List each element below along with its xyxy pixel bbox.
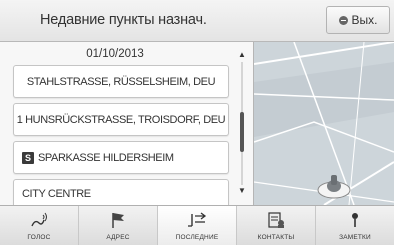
vehicle-position-icon — [317, 175, 351, 199]
scrollbar[interactable]: ▲ ▼ — [236, 42, 248, 205]
voice-icon — [31, 212, 47, 227]
tab-label: ПОСЛЕДНИЕ — [175, 234, 219, 241]
tab-label: КОНТАКТЫ — [257, 234, 295, 241]
tab-address[interactable]: АДРЕС — [79, 206, 158, 245]
tab-label: ГОЛОС — [27, 234, 51, 241]
recent-destinations-list: 01/10/2013 STAHLSTRASSE, RÜSSELSHEIM, DE… — [0, 42, 254, 209]
navigation-screen: Недавние пункты назнач. Вых. 01/10/2013 … — [0, 0, 394, 245]
bottom-tab-bar: ГОЛОС АДРЕС ПОСЛЕДНИЕ КОНТАКТЫ ЗАМЕТКИ — [0, 205, 394, 245]
tab-label: ЗАМЕТКИ — [339, 234, 371, 241]
list-item[interactable]: S SPARKASSE HILDERSHEIM — [13, 141, 229, 174]
tab-voice[interactable]: ГОЛОС — [0, 206, 79, 245]
exit-button[interactable]: Вых. — [326, 6, 390, 34]
tab-notes[interactable]: ЗАМЕТКИ — [316, 206, 394, 245]
list-item-label: 1 HUNSRÜCKSTRASSE, TROISDORF, DEU — [16, 113, 226, 126]
list-item[interactable]: 1 HUNSRÜCKSTRASSE, TROISDORF, DEU — [13, 103, 229, 136]
list-item-label: SPARKASSE HILDERSHEIM — [38, 151, 174, 164]
exit-label: Вых. — [351, 13, 378, 27]
list-item[interactable]: STAHLSTRASSE, RÜSSELSHEIM, DEU — [13, 65, 229, 98]
scroll-up-icon[interactable]: ▲ — [236, 49, 248, 61]
map-view[interactable] — [254, 42, 394, 205]
tab-contacts[interactable]: КОНТАКТЫ — [237, 206, 316, 245]
page-title: Недавние пункты назнач. — [40, 12, 207, 28]
tab-label: АДРЕС — [106, 234, 130, 241]
contacts-icon — [268, 212, 284, 228]
flag-icon — [112, 213, 124, 228]
header-bar: Недавние пункты назнач. Вых. — [0, 0, 394, 42]
pin-icon — [352, 213, 358, 227]
list-item-label: STAHLSTRASSE, RÜSSELSHEIM, DEU — [26, 75, 216, 88]
recent-icon — [188, 212, 207, 227]
tab-recent[interactable]: ПОСЛЕДНИЕ — [158, 206, 237, 245]
poi-category-icon: S — [22, 151, 34, 164]
group-date-header: 01/10/2013 — [86, 48, 144, 60]
scroll-down-icon[interactable]: ▼ — [236, 185, 248, 197]
exit-icon — [338, 15, 348, 25]
list-item-label: CITY CENTRE — [22, 188, 91, 200]
scroll-thumb[interactable] — [240, 112, 244, 152]
